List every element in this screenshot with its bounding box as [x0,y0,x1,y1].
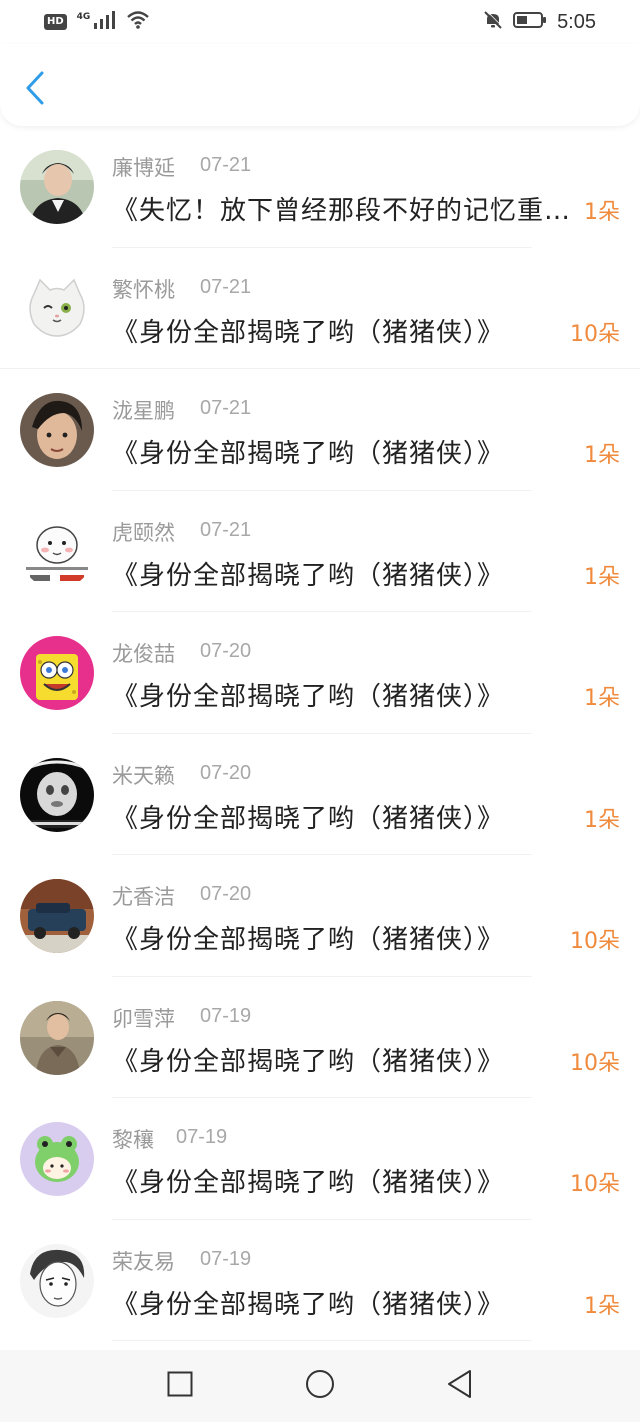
flower-count: 1朵 [584,200,620,225]
avatar [20,1000,94,1075]
avatar [20,514,94,589]
back-triangle-icon [446,1369,474,1403]
work-title: 《身份全部揭晓了哟（猪猪侠）》 [112,682,505,712]
sender-name: 尤香洁 [112,885,175,909]
send-date: 07-20 [200,883,252,905]
recent-apps-icon [167,1371,193,1401]
send-date: 07-21 [200,397,252,419]
list-item[interactable]: 虎颐然 07-21 《身份全部揭晓了哟（猪猪侠）》 1朵 [0,491,640,612]
flower-count: 1朵 [584,807,620,833]
top-header [0,44,640,126]
list-item[interactable]: 荣友易 07-19 《身份全部揭晓了哟（猪猪侠）》 1朵 [0,1220,640,1341]
network-type-label: 4G [76,12,91,22]
list-item[interactable]: 尤香洁 07-20 《身份全部揭晓了哟（猪猪侠）》 10朵 [0,855,640,977]
home-button[interactable] [305,1369,335,1403]
send-date: 07-19 [200,1004,252,1027]
work-title: 《身份全部揭晓了哟（猪猪侠）》 [112,925,505,955]
flower-count: 10朵 [570,321,620,347]
avatar [20,636,94,710]
list-item[interactable]: 米天籁 07-20 《身份全部揭晓了哟（猪猪侠）》 1朵 [0,734,640,855]
sender-name: 泷星鹏 [112,399,175,423]
wifi-icon [126,10,150,34]
send-date: 07-21 [200,275,252,298]
status-time: 5:05 [557,10,596,33]
work-title: 《身份全部揭晓了哟（猪猪侠）》 [112,1046,505,1077]
nav-back-button[interactable] [445,1369,475,1403]
list-item[interactable]: 繁怀桃 07-21 《身份全部揭晓了哟（猪猪侠）》 10朵 [0,248,640,369]
list-item[interactable]: 泷星鹏 07-21 《身份全部揭晓了哟（猪猪侠）》 1朵 [0,369,640,491]
flower-count: 1朵 [584,443,620,468]
avatar [20,393,94,467]
send-date: 07-19 [176,1126,228,1148]
list-item[interactable]: 卯雪萍 07-19 《身份全部揭晓了哟（猪猪侠）》 10朵 [0,977,640,1098]
list-item[interactable]: 廉博延 07-21 《失忆！放下曾经那段不好的记忆重新开始 1朵 [0,126,640,248]
flower-count: 10朵 [570,1050,620,1076]
flower-count: 10朵 [570,929,620,954]
work-title: 《身份全部揭晓了哟（猪猪侠）》 [112,1168,505,1198]
list-item[interactable]: 黎穰 07-19 《身份全部揭晓了哟（猪猪侠）》 10朵 [0,1098,640,1220]
screen: HD 4G 5:05 廉博延 07-21 《失忆！放下曾经那段不好的记忆重新开始… [0,0,640,1422]
send-date: 07-20 [200,761,252,784]
signal-icon [94,10,116,34]
work-title: 《失忆！放下曾经那段不好的记忆重新开始 [112,196,574,226]
sender-name: 龙俊喆 [112,642,175,666]
flower-count: 1朵 [584,686,620,711]
sender-name: 荣友易 [112,1249,175,1274]
avatar [20,150,94,224]
sender-name: 卯雪萍 [112,1006,175,1031]
list-item[interactable]: 龙俊喆 07-20 《身份全部揭晓了哟（猪猪侠）》 1朵 [0,612,640,734]
work-title: 《身份全部揭晓了哟（猪猪侠）》 [112,803,505,834]
avatar [20,879,94,953]
system-nav-bar [0,1350,640,1422]
avatar [20,757,94,832]
back-button[interactable] [20,71,50,109]
sender-name: 黎穰 [112,1128,154,1152]
mute-icon [483,9,503,35]
avatar [20,271,94,346]
send-date: 07-21 [200,518,252,541]
avatar [20,1243,94,1318]
send-date: 07-20 [200,640,252,662]
sender-name: 米天籁 [112,763,175,788]
sender-name: 廉博延 [112,156,175,180]
status-right: 5:05 [483,9,596,35]
sender-name: 繁怀桃 [112,277,175,302]
hd-badge: HD [44,14,67,30]
home-icon [305,1369,335,1403]
flower-count: 1朵 [584,1293,620,1319]
flower-count: 1朵 [584,564,620,590]
recent-apps-button[interactable] [165,1371,195,1401]
battery-icon [513,10,547,34]
send-date: 07-21 [200,154,252,176]
work-title: 《身份全部揭晓了哟（猪猪侠）》 [112,317,505,348]
sender-name: 虎颐然 [112,520,175,545]
work-title: 《身份全部揭晓了哟（猪猪侠）》 [112,439,505,469]
work-title: 《身份全部揭晓了哟（猪猪侠）》 [112,560,505,591]
send-date: 07-19 [200,1247,252,1270]
work-title: 《身份全部揭晓了哟（猪猪侠）》 [112,1289,505,1320]
gift-record-list: 廉博延 07-21 《失忆！放下曾经那段不好的记忆重新开始 1朵 繁怀桃 07-… [0,126,640,1341]
status-bar: HD 4G 5:05 [0,0,640,44]
flower-count: 10朵 [570,1172,620,1197]
status-left: HD 4G [44,10,150,34]
back-chevron-icon [25,71,45,109]
avatar [20,1122,94,1196]
divider [112,1340,532,1341]
